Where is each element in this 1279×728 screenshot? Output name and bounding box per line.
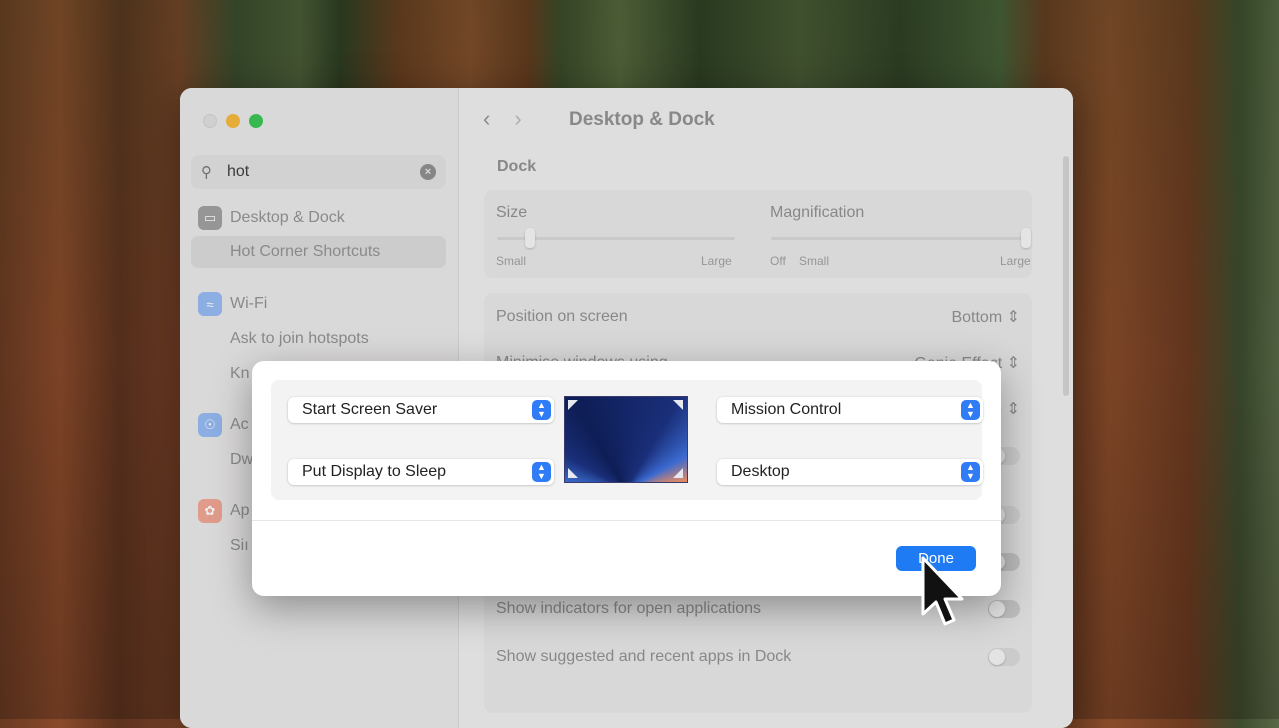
screen-preview-image bbox=[564, 396, 688, 483]
dialog-divider bbox=[252, 520, 1001, 521]
top-left-corner-select[interactable]: Start Screen Saver ▲ ▼ bbox=[288, 397, 554, 423]
corner-top-left-icon bbox=[568, 400, 578, 410]
corner-top-right-icon bbox=[673, 400, 683, 410]
bottom-right-corner-select[interactable]: Desktop ▲ ▼ bbox=[717, 459, 983, 485]
chevron-updown-icon: ▲ ▼ bbox=[532, 400, 551, 420]
corner-markers bbox=[568, 400, 683, 478]
bottom-left-corner-select[interactable]: Put Display to Sleep ▲ ▼ bbox=[288, 459, 554, 485]
top-right-corner-select[interactable]: Mission Control ▲ ▼ bbox=[717, 397, 983, 423]
corner-bottom-right-icon bbox=[673, 468, 683, 478]
chevron-updown-icon: ▲ ▼ bbox=[532, 462, 551, 482]
hot-corners-dialog: Start Screen Saver ▲ ▼ Mission Control ▲ ▼… bbox=[252, 361, 1001, 596]
corner-bottom-left-icon bbox=[568, 468, 578, 478]
mouse-pointer-icon bbox=[921, 556, 964, 626]
chevron-updown-icon: ▲ ▼ bbox=[961, 400, 980, 420]
chevron-updown-icon: ▲ ▼ bbox=[961, 462, 980, 482]
